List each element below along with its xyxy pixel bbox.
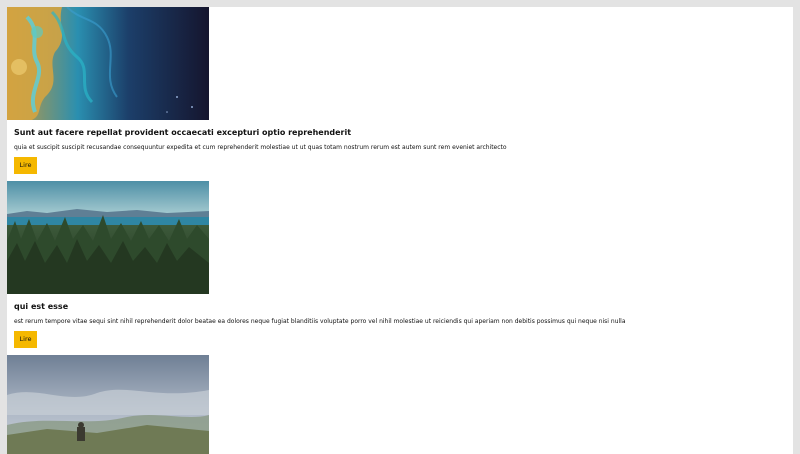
post-body: quia et suscipit suscipit recusandae con… — [14, 144, 507, 151]
post-image-satellite-coast — [7, 7, 209, 120]
post-image-misty-mountain — [7, 355, 209, 454]
post-card — [7, 355, 793, 454]
read-button[interactable]: Lire — [14, 157, 37, 174]
read-button[interactable]: Lire — [14, 331, 37, 348]
post-image-forest-lake — [7, 181, 209, 294]
post-card: qui est esse est rerum tempore vitae seq… — [7, 181, 793, 348]
post-title: Sunt aut facere repellat provident occae… — [14, 128, 352, 137]
post-card: Sunt aut facere repellat provident occae… — [7, 7, 793, 174]
post-title: qui est esse — [14, 302, 69, 311]
post-body: est rerum tempore vitae sequi sint nihil… — [14, 318, 626, 325]
post-list: Sunt aut facere repellat provident occae… — [7, 7, 793, 454]
